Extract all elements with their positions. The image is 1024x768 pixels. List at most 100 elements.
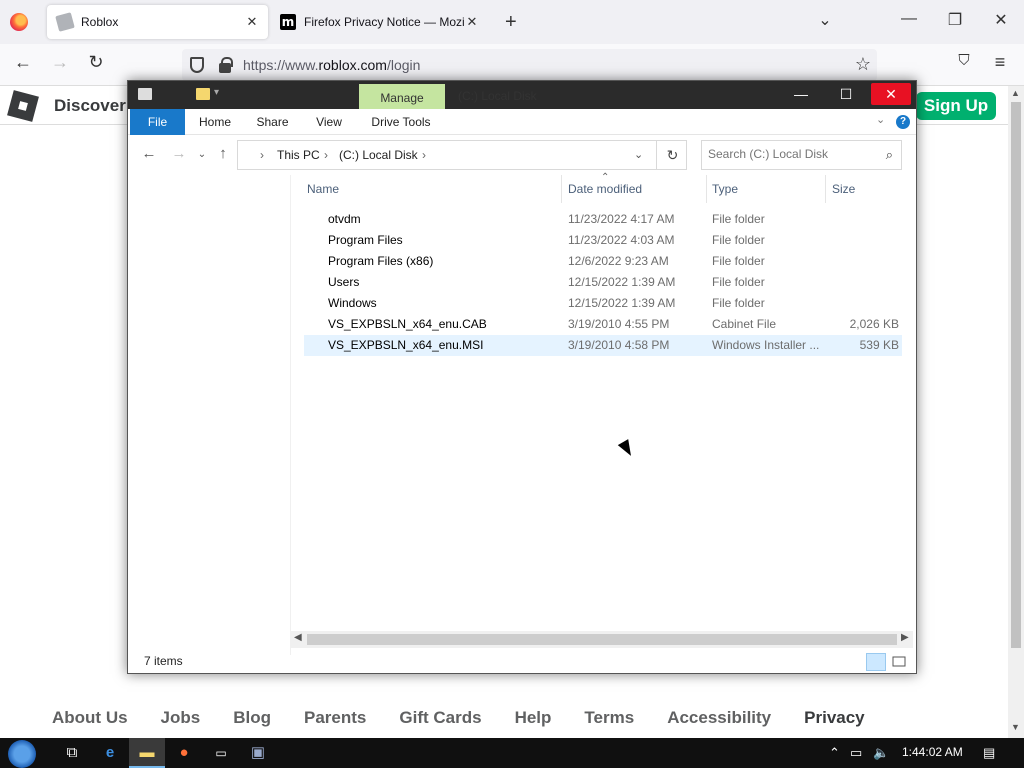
task-view-icon[interactable]: ⧉ (54, 738, 90, 768)
system-clock[interactable]: 1:44:02 AM (902, 745, 963, 759)
address-history-icon[interactable]: ⌄ (634, 148, 643, 161)
manage-contextual-tab[interactable]: Manage (359, 84, 445, 109)
firefox-logo-icon[interactable] (10, 13, 28, 31)
file-row[interactable]: VS_EXPBSLN_x64_enu.CAB 3/19/2010 4:55 PM… (304, 314, 902, 335)
explorer-app-icon[interactable] (138, 88, 152, 100)
address-bar[interactable]: › This PC › (C:) Local Disk › ⌄ ↻ (237, 140, 687, 170)
start-button[interactable] (8, 740, 36, 768)
show-hidden-icons-icon[interactable]: ⌃ (829, 745, 840, 761)
firefox-taskbar-icon[interactable]: ● (166, 738, 202, 768)
explorer-minimize-button[interactable]: — (780, 83, 822, 105)
close-window-button[interactable]: ✕ (986, 10, 1016, 30)
forward-arrow-icon[interactable]: → (169, 145, 189, 162)
volume-icon[interactable]: 🔈 (873, 745, 889, 761)
breadcrumb-local-disk[interactable]: (C:) Local Disk (339, 148, 418, 162)
breadcrumb-chevron-icon: › (422, 148, 426, 162)
footer-accessibility[interactable]: Accessibility (667, 708, 771, 728)
notifications-icon[interactable]: ▤ (983, 745, 995, 761)
column-header-date-modified[interactable]: Date modified (568, 175, 642, 203)
quick-access-dropdown-icon[interactable]: ▾ (214, 87, 219, 98)
back-button[interactable]: ← (10, 52, 36, 73)
page-scrollbar[interactable]: ▲ ▼ (1008, 86, 1024, 738)
footer-gift-cards[interactable]: Gift Cards (399, 708, 481, 728)
file-row[interactable]: Program Files (x86) 12/6/2022 9:23 AM Fi… (304, 251, 902, 272)
search-box[interactable]: ⌕ (701, 140, 902, 170)
lock-icon[interactable] (219, 57, 233, 73)
file-row[interactable]: otvdm 11/23/2022 4:17 AM File folder (304, 209, 902, 230)
pocket-icon[interactable]: ⛉ (951, 52, 977, 69)
column-header-size[interactable]: Size (832, 175, 855, 203)
command-prompt-icon[interactable]: ▭ (203, 738, 239, 768)
restore-window-button[interactable]: ❐ (940, 10, 970, 30)
explorer-close-button[interactable]: ✕ (871, 83, 911, 105)
back-arrow-icon[interactable]: ← (139, 145, 159, 162)
forward-button[interactable]: → (47, 52, 73, 73)
expand-ribbon-icon[interactable]: ⌄ (876, 113, 885, 126)
explorer-maximize-button[interactable]: ☐ (825, 83, 867, 105)
explorer-title-bar[interactable]: ▾ Manage (C:) Local Disk — ☐ ✕ (128, 81, 916, 109)
scroll-left-icon[interactable]: ◀ (294, 632, 302, 643)
edge-browser-icon[interactable]: e (92, 738, 128, 768)
help-icon[interactable]: ? (896, 115, 910, 129)
url-bar[interactable]: https://www.roblox.com/login ☆ (182, 49, 877, 81)
minimize-window-button[interactable]: — (894, 10, 924, 28)
details-view-icon[interactable] (866, 653, 886, 671)
up-arrow-icon[interactable]: ↑ (213, 145, 233, 162)
footer-parents[interactable]: Parents (304, 708, 366, 728)
column-header-type[interactable]: Type (712, 175, 738, 203)
list-tabs-icon[interactable]: ⌄ (810, 10, 840, 30)
file-date: 3/19/2010 4:58 PM (568, 338, 670, 352)
file-name: Windows (328, 296, 377, 310)
new-tab-button[interactable]: + (505, 11, 517, 34)
tab-roblox[interactable]: Roblox ✕ (47, 5, 268, 39)
tab-privacy-notice[interactable]: m Firefox Privacy Notice — Mozill ✕ (278, 5, 488, 39)
recent-locations-icon[interactable]: ⌄ (192, 149, 212, 160)
menu-icon[interactable]: ≡ (987, 52, 1013, 73)
tab-share[interactable]: Share (250, 109, 295, 135)
tab-home[interactable]: Home (190, 109, 240, 135)
nav-discover[interactable]: Discover (54, 96, 126, 116)
remote-desktop-icon[interactable]: ▣ (240, 738, 276, 768)
footer-blog[interactable]: Blog (233, 708, 271, 728)
close-tab-icon[interactable]: ✕ (244, 14, 260, 30)
file-row[interactable]: Windows 12/15/2022 1:39 AM File folder (304, 293, 902, 314)
network-icon[interactable]: ▭ (850, 745, 862, 761)
footer-help[interactable]: Help (515, 708, 552, 728)
file-date: 11/23/2022 4:17 AM (568, 212, 675, 226)
folder-icon[interactable] (196, 88, 210, 100)
large-icons-view-icon[interactable] (890, 653, 908, 671)
search-input[interactable] (708, 147, 868, 161)
column-separator[interactable] (825, 175, 826, 203)
scrollbar-thumb[interactable] (1011, 102, 1021, 648)
search-icon[interactable]: ⌕ (886, 147, 893, 163)
column-header-name[interactable]: Name (307, 175, 339, 203)
scrollbar-thumb[interactable] (307, 634, 897, 645)
close-tab-icon[interactable]: ✕ (464, 14, 480, 30)
tab-file[interactable]: File (130, 109, 185, 135)
footer-terms[interactable]: Terms (584, 708, 634, 728)
url-text[interactable]: https://www.roblox.com/login (243, 57, 420, 73)
sign-up-button[interactable]: Sign Up (916, 92, 996, 120)
scroll-right-icon[interactable]: ▶ (901, 632, 909, 643)
refresh-button[interactable]: ↻ (656, 141, 688, 169)
horizontal-scrollbar[interactable]: ◀ ▶ (291, 631, 913, 648)
bookmark-star-icon[interactable]: ☆ (855, 54, 871, 75)
file-row[interactable]: Program Files 11/23/2022 4:03 AM File fo… (304, 230, 902, 251)
footer-about-us[interactable]: About Us (52, 708, 128, 728)
scroll-up-icon[interactable]: ▲ (1011, 88, 1020, 98)
column-separator[interactable] (706, 175, 707, 203)
tab-drive-tools[interactable]: Drive Tools (364, 109, 438, 135)
shield-icon[interactable] (190, 57, 204, 73)
tab-view[interactable]: View (308, 109, 350, 135)
breadcrumb-this-pc[interactable]: This PC (277, 148, 320, 162)
roblox-logo-icon[interactable] (7, 90, 39, 122)
column-separator[interactable] (561, 175, 562, 203)
file-row-selected[interactable]: VS_EXPBSLN_x64_enu.MSI 3/19/2010 4:58 PM… (304, 335, 902, 356)
footer-privacy[interactable]: Privacy (804, 708, 865, 728)
file-row[interactable]: Users 12/15/2022 1:39 AM File folder (304, 272, 902, 293)
reload-button[interactable]: ↻ (83, 52, 109, 73)
scroll-down-icon[interactable]: ▼ (1011, 722, 1020, 732)
footer-jobs[interactable]: Jobs (161, 708, 201, 728)
navigation-pane[interactable] (128, 175, 291, 655)
file-explorer-taskbar-icon[interactable]: ▬ (129, 738, 165, 768)
